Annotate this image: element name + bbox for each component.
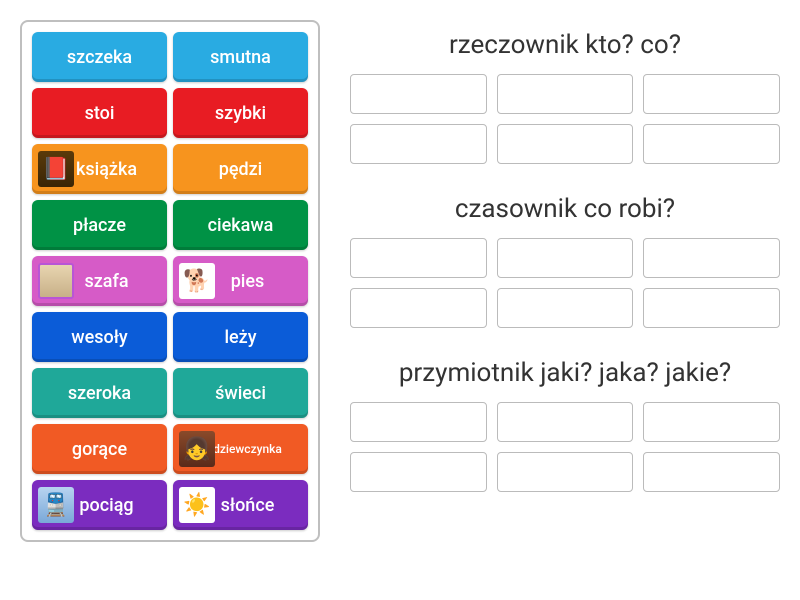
category-slots bbox=[350, 74, 780, 164]
drop-slot[interactable] bbox=[497, 124, 634, 164]
wardrobe-icon bbox=[38, 263, 74, 299]
drop-slot[interactable] bbox=[497, 402, 634, 442]
tile-label: szeroka bbox=[68, 383, 131, 404]
drop-slot[interactable] bbox=[643, 402, 780, 442]
category-title: przymiotnik jaki? jaka? jakie? bbox=[350, 358, 780, 388]
tile-szeroka[interactable]: szeroka bbox=[32, 368, 167, 418]
drop-slot[interactable] bbox=[497, 452, 634, 492]
dog-icon: 🐕 bbox=[179, 263, 215, 299]
category-title: rzeczownik kto? co? bbox=[350, 30, 780, 60]
drop-slot[interactable] bbox=[643, 124, 780, 164]
tile-książka[interactable]: 📕książka bbox=[32, 144, 167, 194]
tile-smutna[interactable]: smutna bbox=[173, 32, 308, 82]
tile-label: słońce bbox=[221, 495, 275, 516]
tile-label: szybki bbox=[215, 103, 266, 124]
tile-label: szafa bbox=[84, 271, 128, 292]
tile-label: płacze bbox=[73, 215, 126, 236]
category-2: przymiotnik jaki? jaka? jakie? bbox=[350, 358, 780, 492]
tile-leży[interactable]: leży bbox=[173, 312, 308, 362]
category-1: czasownik co robi? bbox=[350, 194, 780, 328]
drop-slot[interactable] bbox=[350, 74, 487, 114]
tile-szybki[interactable]: szybki bbox=[173, 88, 308, 138]
tile-wesoły[interactable]: wesoły bbox=[32, 312, 167, 362]
tile-label: szczeka bbox=[67, 47, 132, 68]
drop-slot[interactable] bbox=[497, 74, 634, 114]
tile-stoi[interactable]: stoi bbox=[32, 88, 167, 138]
tile-gorące[interactable]: gorące bbox=[32, 424, 167, 474]
tile-świeci[interactable]: świeci bbox=[173, 368, 308, 418]
drop-slot[interactable] bbox=[643, 288, 780, 328]
tile-dziewczynka[interactable]: 👧dziewczynka bbox=[173, 424, 308, 474]
drop-slot[interactable] bbox=[497, 288, 634, 328]
category-slots bbox=[350, 402, 780, 492]
sun-icon: ☀️ bbox=[179, 487, 215, 523]
drop-slot[interactable] bbox=[350, 402, 487, 442]
tile-pies[interactable]: 🐕 pies bbox=[173, 256, 308, 306]
drop-slot[interactable] bbox=[643, 238, 780, 278]
drop-slot[interactable] bbox=[350, 288, 487, 328]
tile-label: książka bbox=[76, 159, 137, 180]
category-title: czasownik co robi? bbox=[350, 194, 780, 224]
tile-label: leży bbox=[224, 327, 256, 348]
tile-label: gorące bbox=[72, 439, 127, 460]
tile-szafa[interactable]: szafa bbox=[32, 256, 167, 306]
girl-icon: 👧 bbox=[179, 431, 215, 467]
category-0: rzeczownik kto? co? bbox=[350, 30, 780, 164]
tile-płacze[interactable]: płacze bbox=[32, 200, 167, 250]
drop-slot[interactable] bbox=[497, 238, 634, 278]
tile-label: świeci bbox=[215, 383, 266, 404]
tile-label: smutna bbox=[210, 47, 271, 68]
tile-słońce[interactable]: ☀️ słońce bbox=[173, 480, 308, 530]
tile-szczeka[interactable]: szczeka bbox=[32, 32, 167, 82]
tile-pociąg[interactable]: 🚆pociąg bbox=[32, 480, 167, 530]
train-icon: 🚆 bbox=[38, 487, 74, 523]
tiles-panel: szczeka smutna stoi szybki 📕książka pędzi płac… bbox=[20, 20, 320, 542]
tile-ciekawa[interactable]: ciekawa bbox=[173, 200, 308, 250]
drop-slot[interactable] bbox=[350, 452, 487, 492]
tile-label: stoi bbox=[85, 103, 115, 124]
book-icon: 📕 bbox=[38, 151, 74, 187]
tile-label: pędzi bbox=[219, 159, 263, 180]
tile-label: ciekawa bbox=[208, 215, 274, 236]
drop-slot[interactable] bbox=[643, 452, 780, 492]
category-slots bbox=[350, 238, 780, 328]
tile-pędzi[interactable]: pędzi bbox=[173, 144, 308, 194]
tile-label: pociąg bbox=[79, 495, 133, 516]
tile-label: dziewczynka bbox=[213, 442, 282, 456]
drop-slot[interactable] bbox=[350, 124, 487, 164]
tile-label: wesoły bbox=[71, 327, 128, 348]
tile-label: pies bbox=[231, 271, 265, 292]
drop-slot[interactable] bbox=[643, 74, 780, 114]
drop-slot[interactable] bbox=[350, 238, 487, 278]
